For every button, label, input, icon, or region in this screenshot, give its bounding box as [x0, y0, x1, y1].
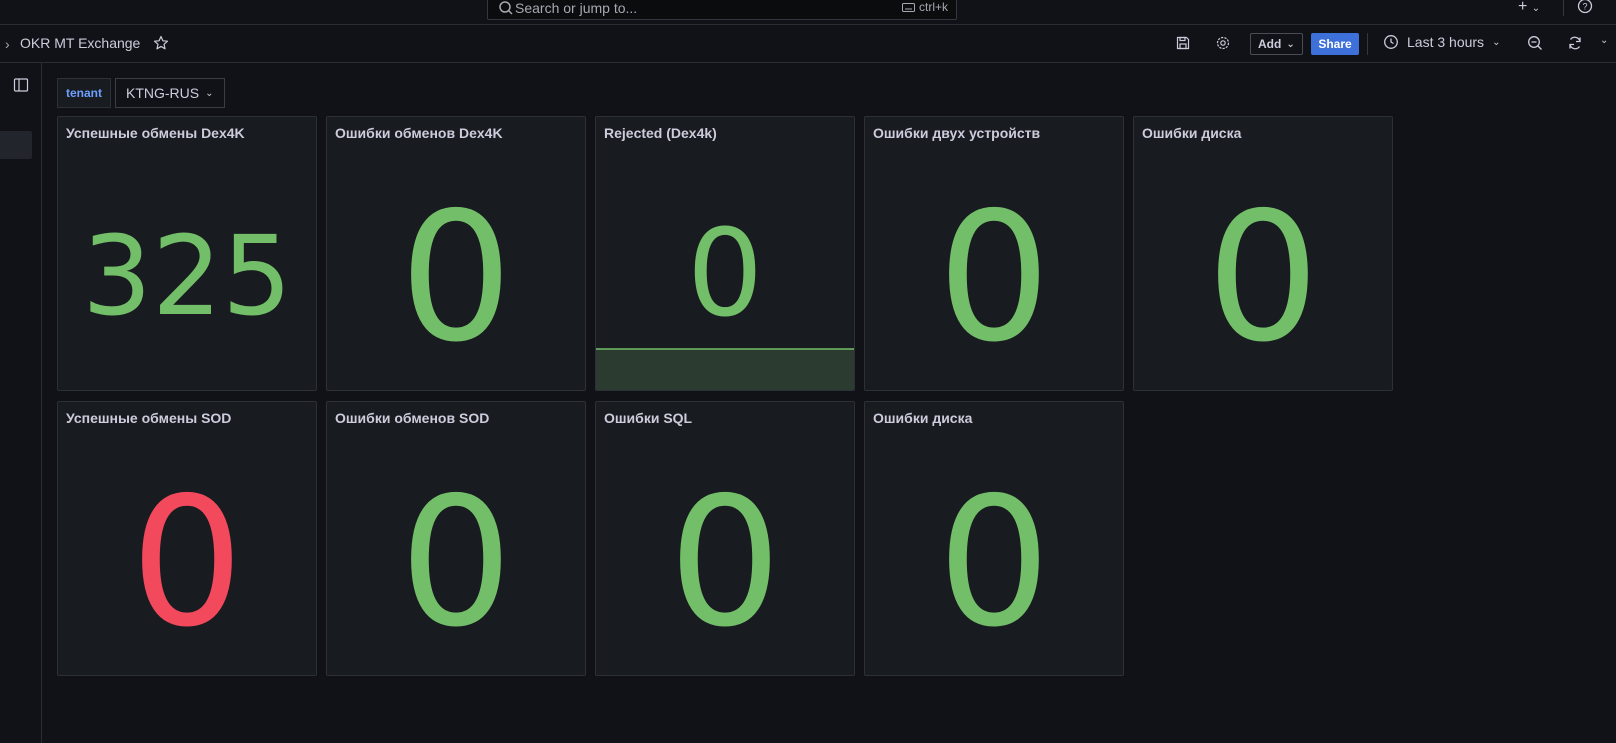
stat-value: 0: [937, 459, 1051, 666]
dashboard-navbar: › OKR MT Exchange Add ⌄ Share Last 3 hou…: [0, 25, 1616, 63]
keyboard-icon: [901, 2, 915, 12]
zoom-out-icon[interactable]: [1527, 35, 1543, 51]
chevron-down-icon: ⌄: [205, 87, 214, 99]
stat-panel[interactable]: Успешные обмены Dex4K 325: [57, 116, 317, 391]
top-bar: Search or jump to... ctrl+k + ⌄ ?: [0, 0, 1616, 25]
panel-title: Успешные обмены Dex4K: [66, 125, 245, 141]
sidebar: [0, 63, 42, 743]
search-shortcut-label: ctrl+k: [918, 0, 948, 14]
help-icon[interactable]: ?: [1577, 0, 1593, 14]
stat-panel[interactable]: Ошибки диска 0: [1133, 116, 1393, 391]
breadcrumb-chevron-icon: ›: [5, 36, 10, 52]
stat-panel[interactable]: Ошибки SQL 0: [595, 401, 855, 676]
refresh-interval-chevron-icon[interactable]: ⌄: [1600, 35, 1608, 46]
star-icon[interactable]: [153, 35, 169, 51]
panel-title: Ошибки диска: [1142, 125, 1242, 141]
stat-value: 0: [130, 459, 244, 666]
stat-value: 0: [937, 174, 1051, 381]
sidebar-active-item[interactable]: [0, 131, 32, 159]
panel-title: Rejected (Dex4k): [604, 125, 717, 141]
time-range-picker[interactable]: Last 3 hours ⌄: [1383, 34, 1500, 50]
panel-title: Ошибки обменов Dex4K: [335, 125, 503, 141]
variable-value: KTNG-RUS: [126, 85, 200, 101]
stat-panel[interactable]: Ошибки обменов Dex4K 0: [326, 116, 586, 391]
stat-panel[interactable]: Ошибки диска 0: [864, 401, 1124, 676]
share-button[interactable]: Share: [1311, 33, 1359, 55]
panel-title: Ошибки диска: [873, 410, 973, 426]
variables-bar: tenant KTNG-RUS ⌄: [57, 78, 225, 108]
new-menu-button[interactable]: + ⌄: [1518, 0, 1548, 18]
gear-icon[interactable]: [1215, 35, 1231, 51]
panel-title: Ошибки SQL: [604, 410, 693, 426]
divider: [1563, 0, 1564, 16]
stat-panel[interactable]: Успешные обмены SOD 0: [57, 401, 317, 676]
search-icon: [499, 1, 513, 15]
variable-label-tenant: tenant: [57, 78, 111, 108]
variable-select-tenant[interactable]: KTNG-RUS ⌄: [115, 78, 225, 108]
svg-text:?: ?: [1582, 2, 1587, 12]
search-shortcut: ctrl+k: [901, 0, 948, 14]
panel-title: Успешные обмены SOD: [66, 410, 232, 426]
stat-panel[interactable]: Ошибки обменов SOD 0: [326, 401, 586, 676]
time-range-label: Last 3 hours: [1407, 34, 1485, 50]
add-button[interactable]: Add ⌄: [1250, 33, 1303, 55]
panel-title: Ошибки двух устройств: [873, 125, 1041, 141]
chevron-down-icon: ⌄: [1531, 3, 1541, 14]
stat-panel[interactable]: Ошибки двух устройств 0: [864, 116, 1124, 391]
dock-menu-icon[interactable]: [13, 77, 29, 93]
plus-icon: +: [1518, 0, 1528, 15]
save-icon[interactable]: [1175, 35, 1191, 51]
stat-value: 325: [82, 212, 292, 340]
stat-panel[interactable]: Rejected (Dex4k) 0: [595, 116, 855, 391]
stat-value: 0: [668, 459, 782, 666]
panel-title: Ошибки обменов SOD: [335, 410, 490, 426]
chevron-down-icon: ⌄: [1492, 36, 1501, 48]
search-bar[interactable]: Search or jump to... ctrl+k: [487, 0, 957, 20]
stat-value: 0: [1206, 174, 1320, 381]
chevron-down-icon: ⌄: [1286, 38, 1295, 50]
clock-icon: [1384, 35, 1398, 49]
stat-value: 0: [399, 459, 513, 666]
search-placeholder: Search or jump to...: [515, 0, 638, 16]
stat-value: 0: [686, 205, 764, 344]
refresh-icon[interactable]: [1567, 35, 1583, 51]
breadcrumb-dashboard-title[interactable]: OKR MT Exchange: [20, 35, 140, 51]
divider: [1367, 33, 1368, 55]
sparkline: [596, 348, 854, 390]
add-button-label: Add: [1258, 37, 1282, 51]
stat-value: 0: [399, 174, 513, 381]
